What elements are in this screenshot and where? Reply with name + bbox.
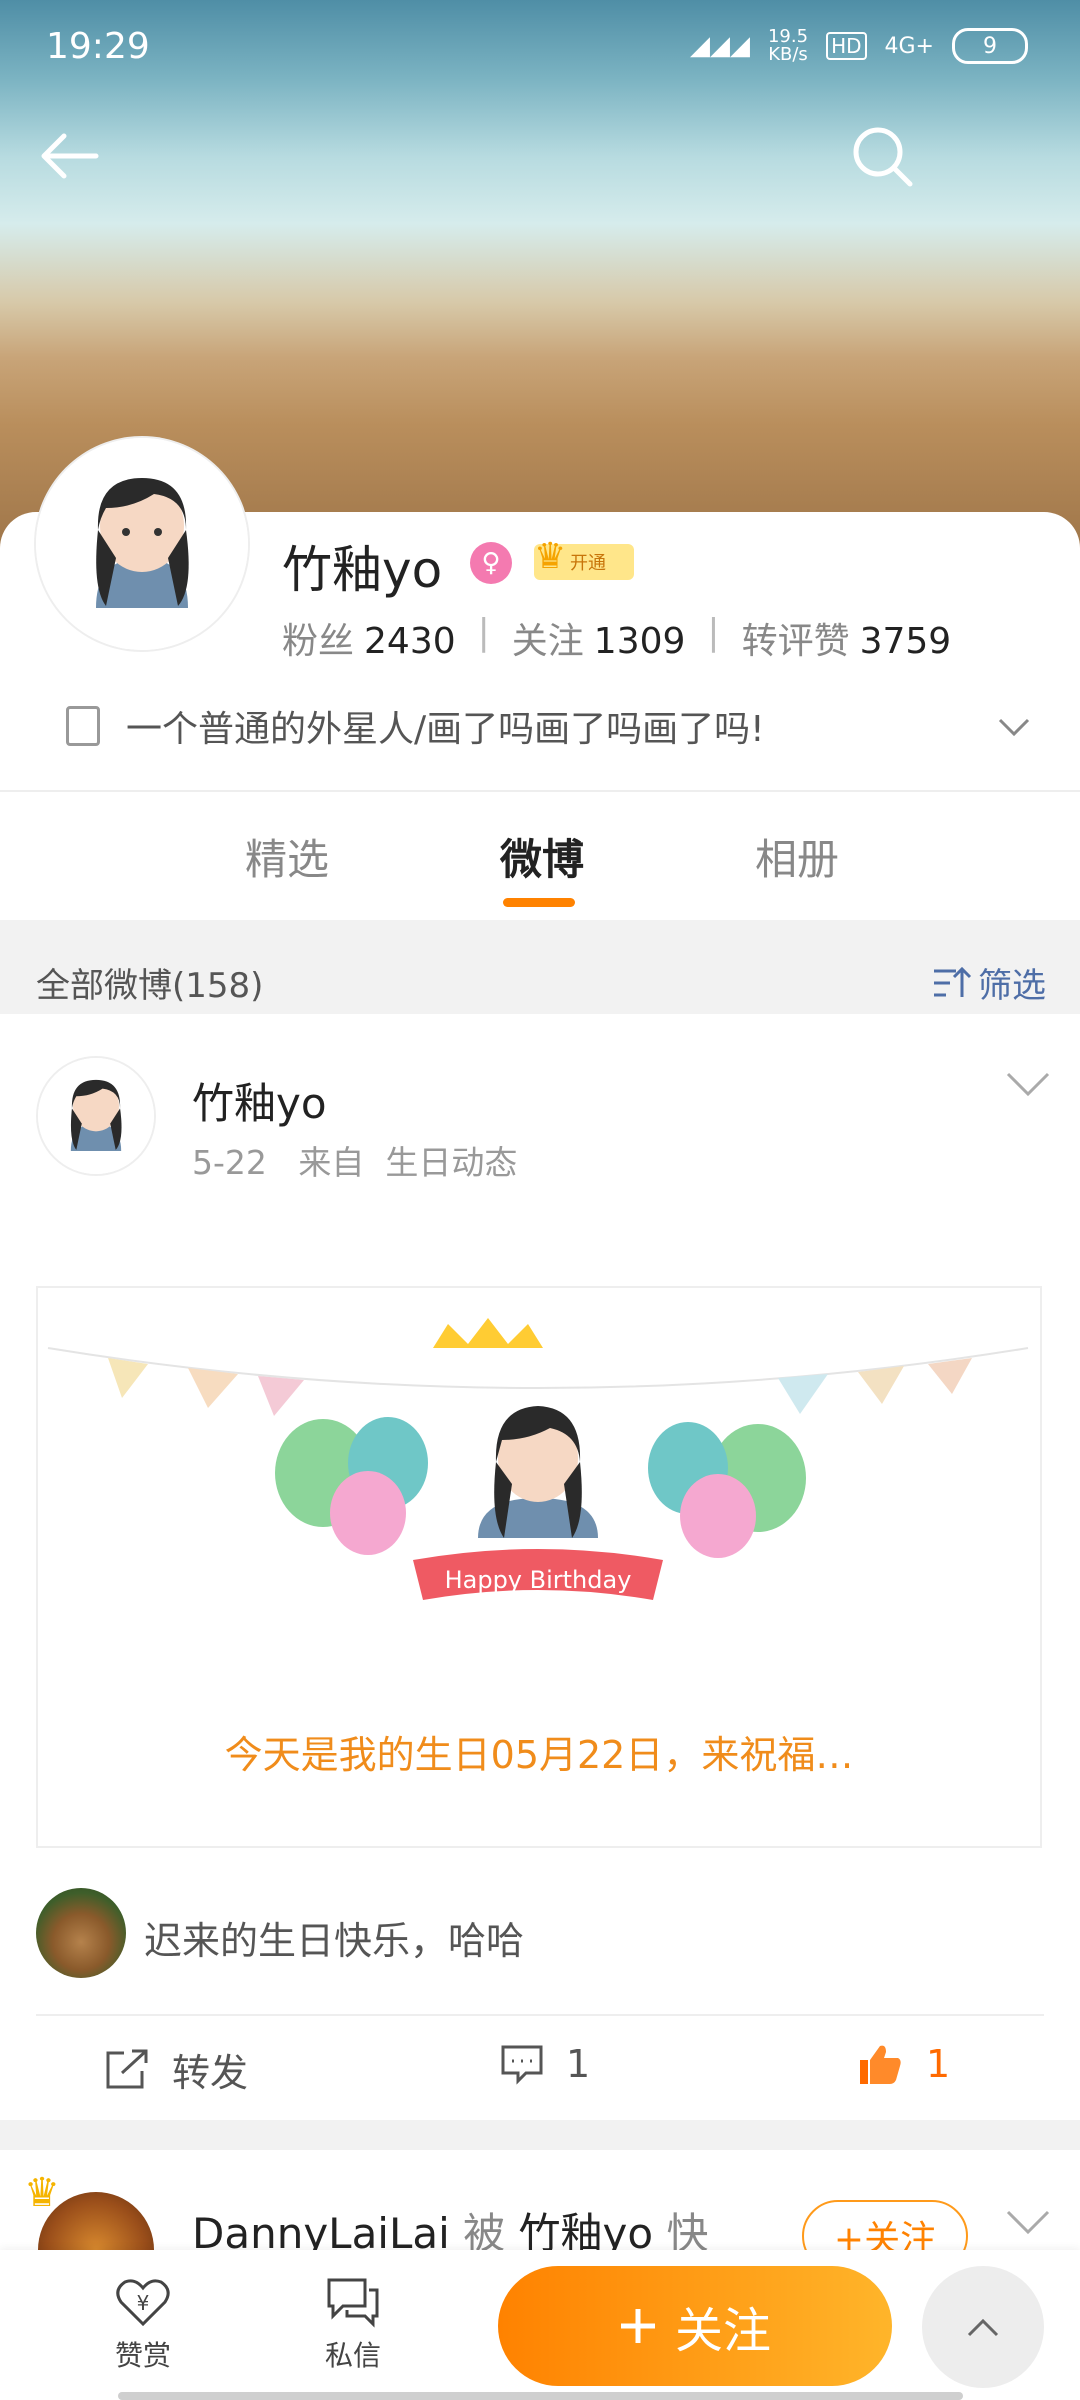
plus-icon [620, 2309, 655, 2343]
like-button[interactable]: 1 [856, 2042, 950, 2086]
back-button[interactable] [34, 120, 106, 192]
battery-icon: 9 [952, 28, 1028, 64]
chevron-down-icon [1006, 2210, 1050, 2235]
status-indicators: ◢◢◢ 19.5 KB/s HD 4G+ 9 [690, 28, 1028, 64]
post-separator [0, 2120, 1080, 2150]
svg-text:¥: ¥ [137, 2291, 150, 2315]
crown-icon: ♛ [534, 536, 567, 577]
network-label: 4G+ [884, 33, 934, 59]
birthday-card-text[interactable]: 今天是我的生日05月22日，来祝福… [36, 1724, 1042, 1779]
stat-following[interactable]: 关注 1309 [512, 612, 686, 664]
happy-birthday-text: Happy Birthday [445, 1566, 632, 1594]
message-button[interactable]: 私信 [298, 2276, 408, 2374]
home-indicator [118, 2392, 963, 2400]
chevron-down-icon [1006, 1072, 1050, 1097]
post-author-avatar[interactable] [38, 1058, 154, 1174]
post-meta: 5-22 来自 生日动态 [192, 1136, 517, 1184]
all-weibo-count: 全部微博(158) [36, 966, 264, 1006]
filter-icon [934, 966, 972, 997]
network-speed: 19.5 KB/s [767, 26, 809, 65]
avatar-illustration [38, 1058, 154, 1174]
next-post-menu-button[interactable] [1006, 2208, 1050, 2238]
female-gender-icon: ♀ [470, 542, 512, 584]
profile-name: 竹釉yo [282, 541, 443, 599]
comment-count: 1 [566, 2042, 591, 2086]
document-icon [66, 706, 100, 746]
search-icon [853, 127, 913, 187]
follow-label: 关注 [674, 2303, 771, 2359]
bio-text: 一个普通的外星人/画了吗画了吗画了吗! [126, 709, 765, 750]
profile-stats: 粉丝 2430 | 关注 1309 | 转评赞 3759 [282, 612, 951, 664]
avatar[interactable] [36, 438, 248, 650]
divider [0, 790, 1080, 792]
post-date: 5-22 [192, 1143, 267, 1182]
message-label: 私信 [324, 2339, 381, 2372]
tab-featured[interactable]: 精选 [245, 826, 329, 887]
filter-label: 筛选 [978, 966, 1046, 1006]
stat-separator: | [707, 612, 720, 653]
like-count: 1 [926, 2042, 951, 2086]
hd-icon: HD [826, 32, 867, 60]
vip-open-label: 开通 [570, 553, 606, 574]
chevron-down-icon [998, 718, 1030, 737]
post-author-name[interactable]: 竹釉yo [192, 1070, 327, 1131]
post-menu-button[interactable] [1006, 1070, 1050, 1100]
comment-preview-text[interactable]: 迟来的生日快乐，哈哈 [144, 1910, 524, 1965]
reward-button[interactable]: ¥ 赞赏 [88, 2276, 198, 2374]
share-icon [106, 2049, 148, 2088]
tab-album[interactable]: 相册 [755, 826, 839, 887]
repost-button[interactable]: 转发 [104, 2042, 248, 2097]
divider [36, 2014, 1044, 2016]
expand-bio-button[interactable] [996, 708, 1032, 744]
post-source: 生日动态 [385, 1143, 518, 1182]
follow-button[interactable]: 关注 [498, 2266, 892, 2386]
search-button[interactable] [846, 120, 918, 192]
profile-bio: 一个普通的外星人/画了吗画了吗画了吗! [66, 700, 765, 752]
stat-separator: | [477, 612, 490, 653]
repost-label: 转发 [172, 2051, 249, 2095]
tab-weibo[interactable]: 微博 [500, 826, 584, 887]
commenter-avatar[interactable] [36, 1888, 126, 1978]
status-time: 19:29 [46, 26, 150, 67]
post-source-prefix: 来自 [298, 1143, 365, 1182]
heart-yen-icon: ¥ [116, 2279, 170, 2327]
scroll-to-top-button[interactable] [922, 2266, 1044, 2388]
reward-label: 赞赏 [114, 2339, 171, 2372]
stat-followers[interactable]: 粉丝 2430 [282, 612, 456, 664]
signal-icon: ◢◢◢ [689, 31, 750, 61]
filter-button[interactable]: 筛选 [932, 958, 1046, 1007]
comment-button[interactable]: 1 [500, 2042, 590, 2086]
chat-bubble-icon [327, 2278, 379, 2328]
comment-icon [501, 2045, 543, 2085]
stat-interactions[interactable]: 转评赞 3759 [742, 612, 952, 664]
birthday-illustration: Happy Birthday [47, 1318, 1029, 1600]
chevron-up-icon [967, 2318, 999, 2337]
status-bar: 19:29 ◢◢◢ 19.5 KB/s HD 4G+ 9 [0, 0, 1080, 100]
crown-icon: ♛ [24, 2170, 60, 2216]
avatar-illustration [36, 438, 248, 650]
arrow-left-icon [41, 133, 99, 179]
thumbs-up-icon [860, 2045, 901, 2084]
active-tab-indicator [503, 898, 575, 907]
